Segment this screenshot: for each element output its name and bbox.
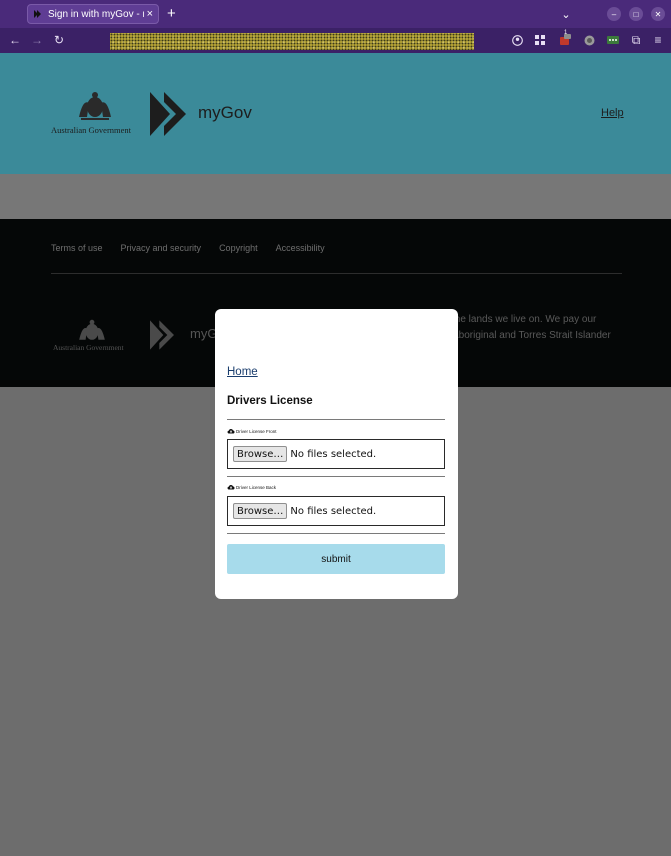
divider (227, 419, 445, 420)
coat-of-arms-icon (79, 92, 111, 120)
footer-coat-of-arms-icon (79, 319, 105, 340)
tab-close-icon[interactable]: × (147, 8, 153, 20)
reload-icon[interactable]: ↻ (51, 32, 67, 48)
footer-gov-text: Australian Government (53, 343, 124, 352)
footer-mygov-logo-icon (150, 320, 174, 350)
extension-badge: 1 (564, 30, 568, 36)
mygov-brand: myGov (198, 103, 252, 122)
content-area (0, 174, 671, 219)
account-icon[interactable] (509, 32, 525, 48)
forward-icon[interactable]: → (29, 32, 45, 48)
mygov-favicon-icon (34, 10, 41, 18)
back-file-status: No files selected. (290, 505, 377, 517)
back-icon[interactable]: ← (7, 32, 23, 48)
upload-modal: Home Drivers License Driver License Fron… (215, 309, 458, 599)
submit-button[interactable]: submit (227, 544, 445, 574)
extensions-grid-icon[interactable] (532, 32, 548, 48)
footer-link-accessibility[interactable]: Accessibility (276, 243, 325, 253)
front-file-input[interactable]: Browse… No files selected. (227, 439, 445, 469)
browser-tab[interactable]: Sign in with myGov - myG × (27, 4, 159, 24)
tab-list-chevron-icon[interactable]: ⌄ (558, 6, 574, 22)
modal-title: Drivers License (227, 395, 313, 407)
cloud-upload-icon (227, 428, 235, 434)
privacy-extension-icon[interactable] (581, 32, 597, 48)
close-window-icon[interactable]: ✕ (651, 7, 665, 21)
cloud-upload-icon (227, 484, 235, 490)
puzzle-icon[interactable]: ⧉ (628, 32, 644, 48)
front-file-status: No files selected. (290, 448, 377, 460)
page-header: Australian Government myGov Help (0, 53, 671, 174)
footer-government-logo: Australian Government (53, 319, 133, 352)
acknowledgement-text: the lands we live on. We pay our Aborigi… (452, 314, 611, 341)
footer-divider (51, 273, 622, 274)
mygov-logo-icon[interactable] (148, 90, 188, 138)
footer-mygov-brand: myG (190, 326, 218, 341)
browser-titlebar: Sign in with myGov - myG × + ⌄ – □ ✕ (0, 0, 671, 28)
home-link[interactable]: Home (227, 366, 258, 378)
back-upload-label-text: Driver License Back (236, 484, 277, 490)
footer-link-privacy[interactable]: Privacy and security (121, 243, 202, 253)
front-upload-label-text: Driver License Front (236, 428, 277, 434)
gov-logo-text: Australian Government (51, 125, 132, 135)
back-file-input[interactable]: Browse… No files selected. (227, 496, 445, 526)
divider (227, 533, 445, 534)
divider (227, 476, 445, 477)
front-upload-label: Driver License Front (227, 428, 277, 434)
back-upload-label: Driver License Back (227, 484, 276, 490)
maximize-icon[interactable]: □ (629, 7, 643, 21)
australian-government-logo[interactable]: Australian Government (51, 91, 139, 139)
footer-link-terms[interactable]: Terms of use (51, 243, 103, 253)
front-browse-button[interactable]: Browse… (233, 446, 288, 462)
help-link[interactable]: Help (601, 107, 624, 119)
menu-icon[interactable]: ≡ (650, 32, 666, 48)
tab-title: Sign in with myGov - myG (48, 8, 144, 20)
footer-link-copyright[interactable]: Copyright (219, 243, 258, 253)
back-browse-button[interactable]: Browse… (233, 503, 288, 519)
footer-links: Terms of use Privacy and security Copyri… (51, 243, 325, 253)
new-tab-button[interactable]: + (167, 5, 176, 22)
url-bar[interactable] (110, 33, 474, 50)
minimize-icon[interactable]: – (607, 7, 621, 21)
password-extension-icon[interactable] (605, 32, 621, 48)
